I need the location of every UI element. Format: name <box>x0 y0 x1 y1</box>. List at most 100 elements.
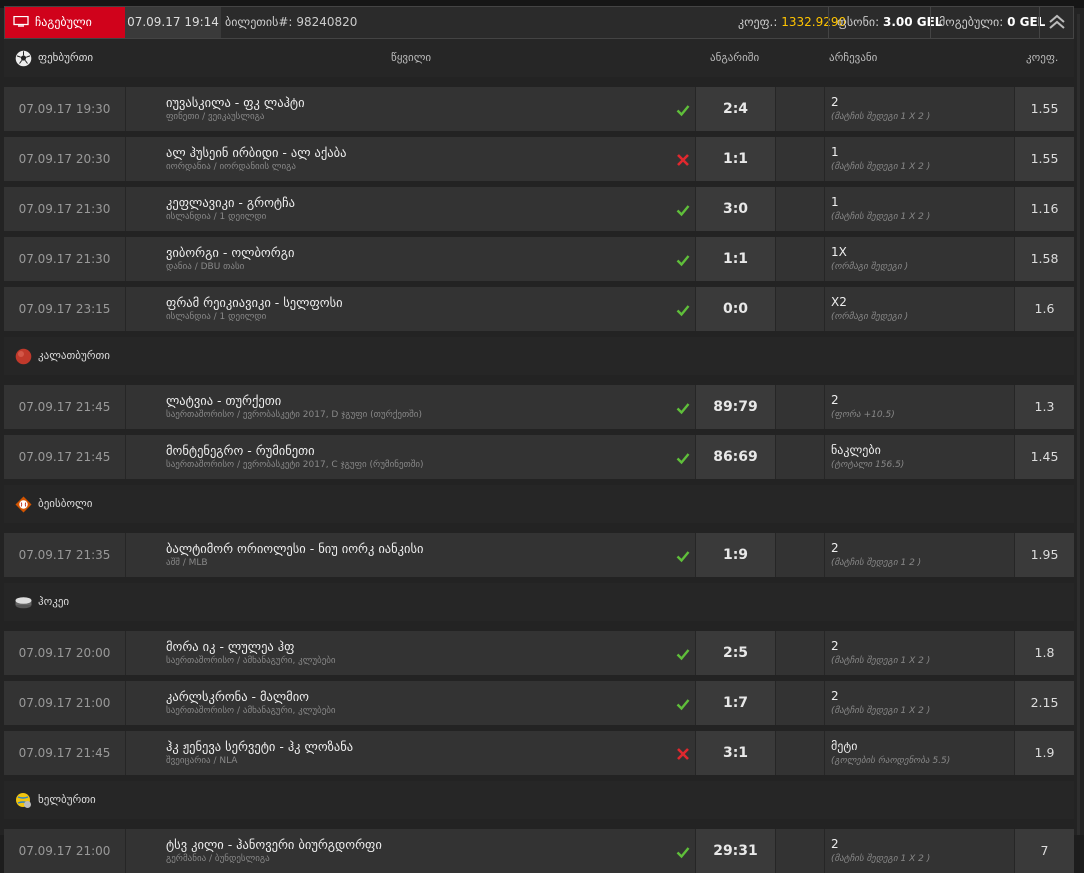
bet-selection: 2 (მატჩის შედეგი 1 X 2 ) <box>825 631 1015 675</box>
bet-description: (მატჩის შედეგი 1 X 2 ) <box>831 656 931 666</box>
match-time: 07.09.17 21:35 <box>4 533 126 577</box>
bet-description: (ფორა +10.5) <box>831 410 895 420</box>
hockey-puck-icon <box>15 594 32 611</box>
spacer-cell <box>776 385 825 429</box>
bet-selection: 2 (მატჩის შედეგი 1 X 2 ) <box>825 829 1015 873</box>
match-event: კეფლავიკი - გროტჩა ისლანდია / 1 დეილდი <box>126 187 696 231</box>
scrollbar[interactable] <box>1077 14 1080 835</box>
collapse-button[interactable] <box>1039 7 1073 38</box>
bet-selection: 1 (მატჩის შედეგი 1 X 2 ) <box>825 137 1015 181</box>
match-score: 1:1 <box>696 137 776 181</box>
bet-odds: 1.95 <box>1015 533 1074 577</box>
ticket-number: ბილეთის#: 98240820 <box>225 7 357 38</box>
match-row[interactable]: 07.09.17 20:00 მორა იკ - ლულეა ჰფ საერთაშო… <box>4 631 1074 675</box>
match-time: 07.09.17 20:00 <box>4 631 126 675</box>
double-chevron-up-icon <box>1049 14 1065 29</box>
bet-description: (მატჩის შედეგი 1 X 2 ) <box>831 854 931 864</box>
match-score: 3:1 <box>696 731 776 775</box>
bet-description: (ორმაგი შედეგი ) <box>831 312 909 322</box>
match-time: 07.09.17 21:30 <box>4 237 126 281</box>
match-row[interactable]: 07.09.17 21:35 ბალტიმორ ორიოლესი - ნიუ იო… <box>4 533 1074 577</box>
match-name: მონტენეგრო - რუმინეთი <box>166 443 315 458</box>
bet-odds: 1.55 <box>1015 87 1074 131</box>
match-name: კარლსკრონა - მალმიო <box>166 689 310 704</box>
bet-odds: 7 <box>1015 829 1074 873</box>
bet-selection: მეტი (გოლების რაოდენობა 5.5) <box>825 731 1015 775</box>
match-row[interactable]: 07.09.17 19:30 იუვასკილა - ფკ ლაჰტი ფინეთი… <box>4 87 1074 131</box>
bet-odds: 2.15 <box>1015 681 1074 725</box>
bet-selection: 1 (მატჩის შედეგი 1 X 2 ) <box>825 187 1015 231</box>
match-score: 0:0 <box>696 287 776 331</box>
bet-odds: 1.55 <box>1015 137 1074 181</box>
column-header-bet: არჩევანი <box>829 51 878 64</box>
cross-icon <box>676 746 690 760</box>
match-score: 89:79 <box>696 385 776 429</box>
bet-odds: 1.9 <box>1015 731 1074 775</box>
match-row[interactable]: 07.09.17 21:00 კარლსკრონა - მალმიო საერთაშ… <box>4 681 1074 725</box>
match-name: ლატვია - თურქეთი <box>166 393 282 408</box>
match-name: ჰკ ჟენევა სერვეტი - ჰკ ლოზანა <box>166 739 354 754</box>
spacer-cell <box>776 681 825 725</box>
bet-selection: X2 (ორმაგი შედეგი ) <box>825 287 1015 331</box>
win-label: მოგებული: <box>939 15 1004 29</box>
spacer-cell <box>776 829 825 873</box>
match-league: საერთაშორისო / ამხანაგური, კლუბები <box>166 706 336 716</box>
check-icon <box>676 548 690 563</box>
match-score: 3:0 <box>696 187 776 231</box>
sport-name: ხელბურთი <box>38 793 96 806</box>
bet-value: 2 <box>831 689 839 703</box>
check-icon <box>676 844 690 859</box>
match-time: 07.09.17 21:45 <box>4 731 126 775</box>
match-name: ალ ჰუსეინ ირბიდი - ალ აქაბა <box>166 145 347 160</box>
check-icon <box>676 450 690 465</box>
bet-value: 2 <box>831 393 839 407</box>
bet-description: (ორმაგი შედეგი ) <box>831 262 909 272</box>
bet-selection: 2 (მატჩის შედეგი 1 X 2 ) <box>825 681 1015 725</box>
match-time: 07.09.17 21:00 <box>4 829 126 873</box>
match-event: ლატვია - თურქეთი საერთაშორისო / ევრობასკე… <box>126 385 696 429</box>
match-event: ვიბორგი - ოლბორგი დანია / DBU თასი <box>126 237 696 281</box>
sport-name: ბეისბოლი <box>38 497 93 510</box>
match-row[interactable]: 07.09.17 21:30 ვიბორგი - ოლბორგი დანია / D… <box>4 237 1074 281</box>
match-league: აშშ / MLB <box>166 558 208 568</box>
ticket-header: ჩაგებული 07.09.17 19:14 ბილეთის#: 982408… <box>4 6 1074 39</box>
sport-name: ჰოკეი <box>38 595 70 608</box>
match-league: საერთაშორისო / ევრობასკეტი 2017, C ჯგუფი… <box>166 460 424 470</box>
check-icon <box>676 102 690 117</box>
match-row[interactable]: 07.09.17 23:15 ფრამ რეიკიავიკი - სელფოსი ი… <box>4 287 1074 331</box>
match-row[interactable]: 07.09.17 21:45 მონტენეგრო - რუმინეთი საერთ… <box>4 435 1074 479</box>
bet-value: ნაკლები <box>831 443 881 457</box>
bet-value: 1 <box>831 145 839 159</box>
check-icon <box>676 202 690 217</box>
check-icon <box>676 252 690 267</box>
sport-header: ხელბურთი <box>4 781 1074 819</box>
ticket-datetime: 07.09.17 19:14 <box>125 7 221 38</box>
bet-odds: 1.58 <box>1015 237 1074 281</box>
match-row[interactable]: 07.09.17 21:45 ჰკ ჟენევა სერვეტი - ჰკ ლოზ… <box>4 731 1074 775</box>
winnings: მოგებული: 0 GEL <box>930 7 1053 38</box>
match-row[interactable]: 07.09.17 21:00 ტსვ კილი - ჰანოვერი ბიურგდ… <box>4 829 1074 873</box>
handball-icon <box>15 792 32 809</box>
match-time: 07.09.17 21:00 <box>4 681 126 725</box>
match-league: ისლანდია / 1 დეილდი <box>166 312 267 322</box>
match-row[interactable]: 07.09.17 21:30 კეფლავიკი - გროტჩა ისლანდია… <box>4 187 1074 231</box>
match-event: კარლსკრონა - მალმიო საერთაშორისო / ამხანა… <box>126 681 696 725</box>
status-tab[interactable]: ჩაგებული <box>5 7 125 38</box>
spacer-cell <box>776 187 825 231</box>
bet-selection: ნაკლები (ტოტალი 156.5) <box>825 435 1015 479</box>
spacer-cell <box>776 731 825 775</box>
spacer-cell <box>776 533 825 577</box>
match-league: ისლანდია / 1 დეილდი <box>166 212 267 222</box>
check-icon <box>676 696 690 711</box>
sport-header: ჰოკეი <box>4 583 1074 621</box>
sport-header: ფეხბურთი წყვილი ანგარიში არჩევანი კოეფ. <box>4 39 1074 77</box>
match-score: 2:4 <box>696 87 776 131</box>
match-event: ტსვ კილი - ჰანოვერი ბიურგდორფი გერმანია /… <box>126 829 696 873</box>
column-header-odds: კოეფ. <box>1026 51 1059 64</box>
match-row[interactable]: 07.09.17 20:30 ალ ჰუსეინ ირბიდი - ალ აქაბ… <box>4 137 1074 181</box>
bet-odds: 1.6 <box>1015 287 1074 331</box>
match-event: ჰკ ჟენევა სერვეტი - ჰკ ლოზანა შვეიცარია /… <box>126 731 696 775</box>
bet-description: (მატჩის შედეგი 1 X 2 ) <box>831 212 931 222</box>
bet-value: X2 <box>831 295 847 309</box>
match-row[interactable]: 07.09.17 21:45 ლატვია - თურქეთი საერთაშორი… <box>4 385 1074 429</box>
